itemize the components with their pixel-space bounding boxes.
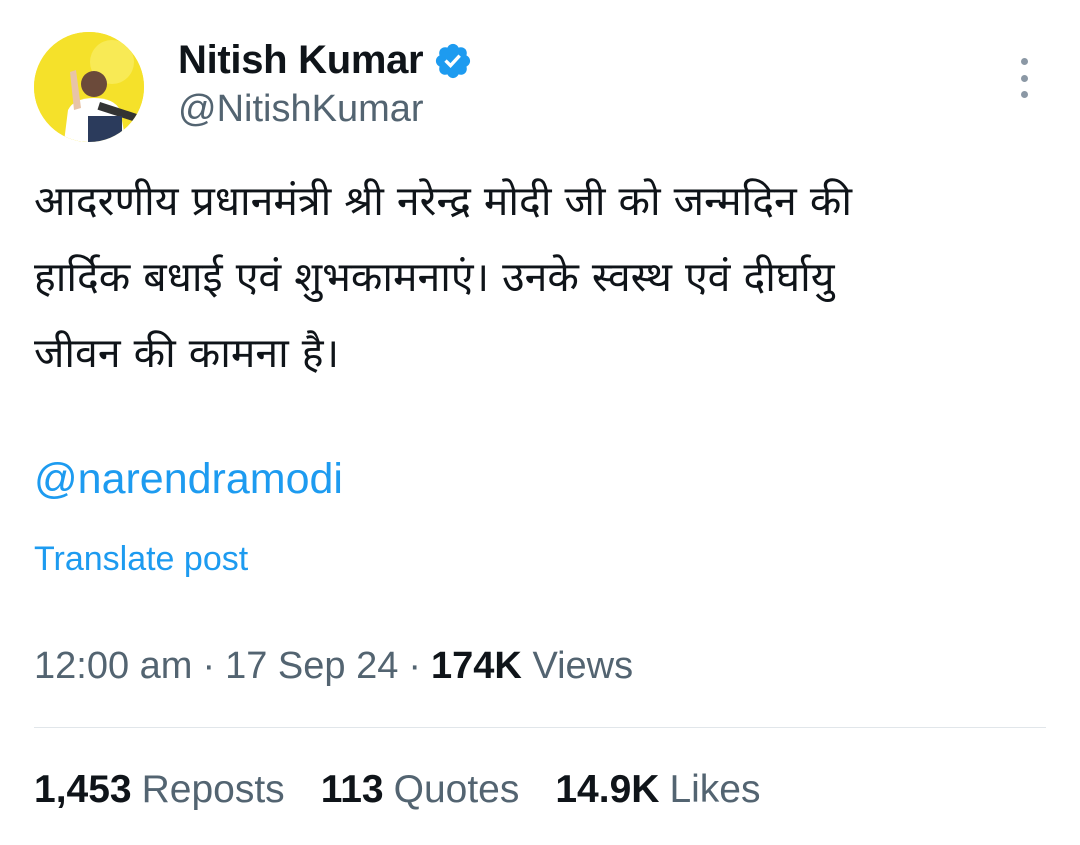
dot-icon	[1020, 58, 1028, 65]
divider	[34, 727, 1046, 728]
author-display-name[interactable]: Nitish Kumar	[178, 38, 424, 83]
tweet-text: आदरणीय प्रधानमंत्री श्री नरेन्द्र मोदी ज…	[34, 177, 852, 377]
tweet-meta: 12:00 am · 17 Sep 24 · 174K Views	[34, 645, 633, 688]
meta-separator: ·	[408, 645, 422, 687]
views-count[interactable]: 174K	[431, 645, 522, 687]
likes-count: 14.9K	[555, 768, 660, 811]
avatar[interactable]	[34, 32, 144, 142]
engagement-stats: 1,453 Reposts 113 Quotes 14.9K Likes	[34, 768, 760, 812]
tweet-time[interactable]: 12:00 am	[34, 645, 192, 688]
mention-link[interactable]: @narendramodi	[34, 455, 343, 504]
likes-stat[interactable]: 14.9K Likes	[555, 768, 760, 812]
reposts-stat[interactable]: 1,453 Reposts	[34, 768, 285, 812]
quotes-label: Quotes	[393, 768, 520, 811]
author-handle[interactable]: @NitishKumar	[178, 88, 424, 131]
tweet-date[interactable]: 17 Sep 24	[225, 645, 398, 688]
reposts-count: 1,453	[34, 768, 132, 811]
profile-photo-icon	[34, 32, 144, 142]
quotes-stat[interactable]: 113 Quotes	[321, 768, 520, 812]
quotes-count: 113	[320, 768, 384, 811]
views-label: Views	[532, 645, 634, 687]
verified-badge-icon	[436, 43, 471, 78]
dot-icon	[1020, 74, 1028, 82]
likes-label: Likes	[669, 768, 761, 811]
reposts-label: Reposts	[141, 768, 285, 811]
meta-separator: ·	[202, 645, 216, 687]
more-options-icon[interactable]	[1010, 58, 1038, 98]
dot-icon	[1020, 91, 1028, 98]
translate-post-link[interactable]: Translate post	[34, 540, 248, 579]
